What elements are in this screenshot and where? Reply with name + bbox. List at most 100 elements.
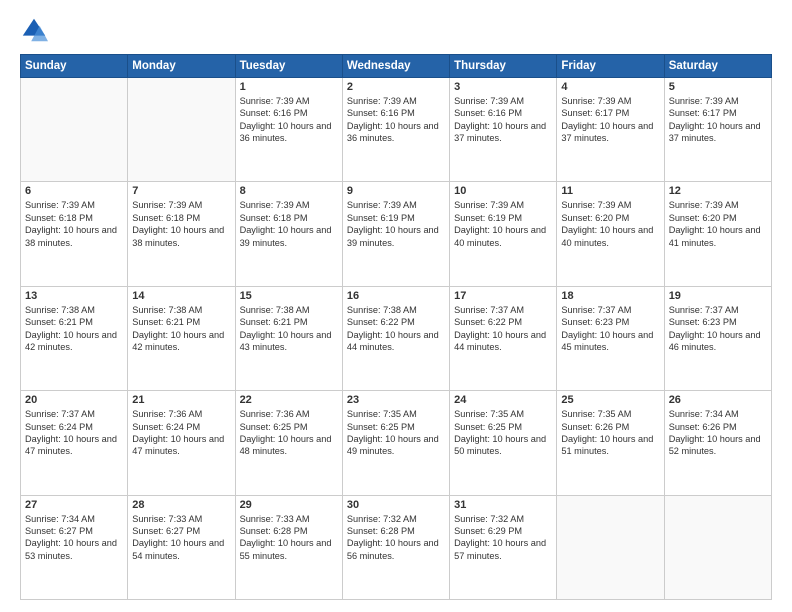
cell-content: Sunrise: 7:39 AM Sunset: 6:19 PM Dayligh… — [454, 199, 552, 249]
calendar-cell: 30 Sunrise: 7:32 AM Sunset: 6:28 PM Dayli… — [342, 495, 449, 599]
day-number: 1 — [240, 81, 338, 93]
cell-content: Sunrise: 7:37 AM Sunset: 6:24 PM Dayligh… — [25, 408, 123, 458]
cell-content: Sunrise: 7:34 AM Sunset: 6:26 PM Dayligh… — [669, 408, 767, 458]
calendar-cell — [21, 78, 128, 182]
day-number: 13 — [25, 290, 123, 302]
day-number: 25 — [561, 394, 659, 406]
cell-content: Sunrise: 7:39 AM Sunset: 6:16 PM Dayligh… — [454, 95, 552, 145]
calendar-table: SundayMondayTuesdayWednesdayThursdayFrid… — [20, 54, 772, 600]
col-header-wednesday: Wednesday — [342, 55, 449, 78]
col-header-saturday: Saturday — [664, 55, 771, 78]
calendar-cell: 16 Sunrise: 7:38 AM Sunset: 6:22 PM Dayli… — [342, 286, 449, 390]
logo-icon — [20, 16, 48, 44]
col-header-tuesday: Tuesday — [235, 55, 342, 78]
cell-content: Sunrise: 7:32 AM Sunset: 6:29 PM Dayligh… — [454, 513, 552, 563]
cell-content: Sunrise: 7:39 AM Sunset: 6:18 PM Dayligh… — [132, 199, 230, 249]
cell-content: Sunrise: 7:39 AM Sunset: 6:16 PM Dayligh… — [240, 95, 338, 145]
page: SundayMondayTuesdayWednesdayThursdayFrid… — [0, 0, 792, 612]
day-number: 6 — [25, 185, 123, 197]
day-number: 12 — [669, 185, 767, 197]
calendar-cell: 21 Sunrise: 7:36 AM Sunset: 6:24 PM Dayli… — [128, 391, 235, 495]
calendar-cell: 7 Sunrise: 7:39 AM Sunset: 6:18 PM Daylig… — [128, 182, 235, 286]
calendar-week-4: 20Sunrise: 7:37 AM Sunset: 6:24 PM Dayli… — [21, 391, 772, 495]
calendar-cell: 13 Sunrise: 7:38 AM Sunset: 6:21 PM Dayli… — [21, 286, 128, 390]
col-header-monday: Monday — [128, 55, 235, 78]
day-number: 3 — [454, 81, 552, 93]
day-number: 9 — [347, 185, 445, 197]
header — [20, 16, 772, 44]
calendar-header-row: SundayMondayTuesdayWednesdayThursdayFrid… — [21, 55, 772, 78]
calendar-cell: 20Sunrise: 7:37 AM Sunset: 6:24 PM Dayli… — [21, 391, 128, 495]
cell-content: Sunrise: 7:39 AM Sunset: 6:20 PM Dayligh… — [561, 199, 659, 249]
col-header-sunday: Sunday — [21, 55, 128, 78]
cell-content: Sunrise: 7:39 AM Sunset: 6:16 PM Dayligh… — [347, 95, 445, 145]
calendar-cell — [664, 495, 771, 599]
calendar-cell: 11 Sunrise: 7:39 AM Sunset: 6:20 PM Dayli… — [557, 182, 664, 286]
logo — [20, 16, 52, 44]
day-number: 5 — [669, 81, 767, 93]
calendar-cell: 6 Sunrise: 7:39 AM Sunset: 6:18 PM Daylig… — [21, 182, 128, 286]
cell-content: Sunrise: 7:39 AM Sunset: 6:19 PM Dayligh… — [347, 199, 445, 249]
day-number: 28 — [132, 499, 230, 511]
calendar-cell: 3 Sunrise: 7:39 AM Sunset: 6:16 PM Daylig… — [450, 78, 557, 182]
cell-content: Sunrise: 7:38 AM Sunset: 6:21 PM Dayligh… — [240, 304, 338, 354]
cell-content: Sunrise: 7:33 AM Sunset: 6:28 PM Dayligh… — [240, 513, 338, 563]
cell-content: Sunrise: 7:34 AM Sunset: 6:27 PM Dayligh… — [25, 513, 123, 563]
cell-content: Sunrise: 7:37 AM Sunset: 6:23 PM Dayligh… — [669, 304, 767, 354]
calendar-cell: 10 Sunrise: 7:39 AM Sunset: 6:19 PM Dayli… — [450, 182, 557, 286]
calendar-cell: 8 Sunrise: 7:39 AM Sunset: 6:18 PM Daylig… — [235, 182, 342, 286]
calendar-cell: 31 Sunrise: 7:32 AM Sunset: 6:29 PM Dayli… — [450, 495, 557, 599]
calendar-cell — [557, 495, 664, 599]
day-number: 19 — [669, 290, 767, 302]
calendar-week-1: 1 Sunrise: 7:39 AM Sunset: 6:16 PM Daylig… — [21, 78, 772, 182]
calendar-cell: 1 Sunrise: 7:39 AM Sunset: 6:16 PM Daylig… — [235, 78, 342, 182]
day-number: 4 — [561, 81, 659, 93]
calendar-cell: 23Sunrise: 7:35 AM Sunset: 6:25 PM Dayli… — [342, 391, 449, 495]
calendar-cell — [128, 78, 235, 182]
calendar-cell: 26 Sunrise: 7:34 AM Sunset: 6:26 PM Dayli… — [664, 391, 771, 495]
day-number: 24 — [454, 394, 552, 406]
col-header-friday: Friday — [557, 55, 664, 78]
col-header-thursday: Thursday — [450, 55, 557, 78]
calendar-cell: 15 Sunrise: 7:38 AM Sunset: 6:21 PM Dayli… — [235, 286, 342, 390]
cell-content: Sunrise: 7:38 AM Sunset: 6:21 PM Dayligh… — [25, 304, 123, 354]
day-number: 11 — [561, 185, 659, 197]
calendar-cell: 5Sunrise: 7:39 AM Sunset: 6:17 PM Daylig… — [664, 78, 771, 182]
cell-content: Sunrise: 7:32 AM Sunset: 6:28 PM Dayligh… — [347, 513, 445, 563]
cell-content: Sunrise: 7:38 AM Sunset: 6:21 PM Dayligh… — [132, 304, 230, 354]
cell-content: Sunrise: 7:39 AM Sunset: 6:18 PM Dayligh… — [240, 199, 338, 249]
day-number: 14 — [132, 290, 230, 302]
day-number: 26 — [669, 394, 767, 406]
cell-content: Sunrise: 7:38 AM Sunset: 6:22 PM Dayligh… — [347, 304, 445, 354]
cell-content: Sunrise: 7:39 AM Sunset: 6:17 PM Dayligh… — [561, 95, 659, 145]
calendar-week-5: 27Sunrise: 7:34 AM Sunset: 6:27 PM Dayli… — [21, 495, 772, 599]
cell-content: Sunrise: 7:33 AM Sunset: 6:27 PM Dayligh… — [132, 513, 230, 563]
calendar-cell: 24 Sunrise: 7:35 AM Sunset: 6:25 PM Dayli… — [450, 391, 557, 495]
day-number: 29 — [240, 499, 338, 511]
calendar-cell: 12 Sunrise: 7:39 AM Sunset: 6:20 PM Dayli… — [664, 182, 771, 286]
calendar-cell: 9 Sunrise: 7:39 AM Sunset: 6:19 PM Daylig… — [342, 182, 449, 286]
calendar-cell: 25 Sunrise: 7:35 AM Sunset: 6:26 PM Dayli… — [557, 391, 664, 495]
day-number: 21 — [132, 394, 230, 406]
calendar-cell: 17Sunrise: 7:37 AM Sunset: 6:22 PM Dayli… — [450, 286, 557, 390]
cell-content: Sunrise: 7:36 AM Sunset: 6:24 PM Dayligh… — [132, 408, 230, 458]
day-number: 16 — [347, 290, 445, 302]
day-number: 8 — [240, 185, 338, 197]
calendar-cell: 19 Sunrise: 7:37 AM Sunset: 6:23 PM Dayli… — [664, 286, 771, 390]
day-number: 22 — [240, 394, 338, 406]
cell-content: Sunrise: 7:39 AM Sunset: 6:18 PM Dayligh… — [25, 199, 123, 249]
calendar-cell: 2Sunrise: 7:39 AM Sunset: 6:16 PM Daylig… — [342, 78, 449, 182]
calendar-week-2: 6 Sunrise: 7:39 AM Sunset: 6:18 PM Daylig… — [21, 182, 772, 286]
day-number: 30 — [347, 499, 445, 511]
day-number: 7 — [132, 185, 230, 197]
cell-content: Sunrise: 7:36 AM Sunset: 6:25 PM Dayligh… — [240, 408, 338, 458]
cell-content: Sunrise: 7:35 AM Sunset: 6:26 PM Dayligh… — [561, 408, 659, 458]
calendar-cell: 29 Sunrise: 7:33 AM Sunset: 6:28 PM Dayli… — [235, 495, 342, 599]
day-number: 10 — [454, 185, 552, 197]
day-number: 15 — [240, 290, 338, 302]
day-number: 31 — [454, 499, 552, 511]
day-number: 17 — [454, 290, 552, 302]
cell-content: Sunrise: 7:39 AM Sunset: 6:20 PM Dayligh… — [669, 199, 767, 249]
calendar-cell: 18Sunrise: 7:37 AM Sunset: 6:23 PM Dayli… — [557, 286, 664, 390]
cell-content: Sunrise: 7:35 AM Sunset: 6:25 PM Dayligh… — [454, 408, 552, 458]
